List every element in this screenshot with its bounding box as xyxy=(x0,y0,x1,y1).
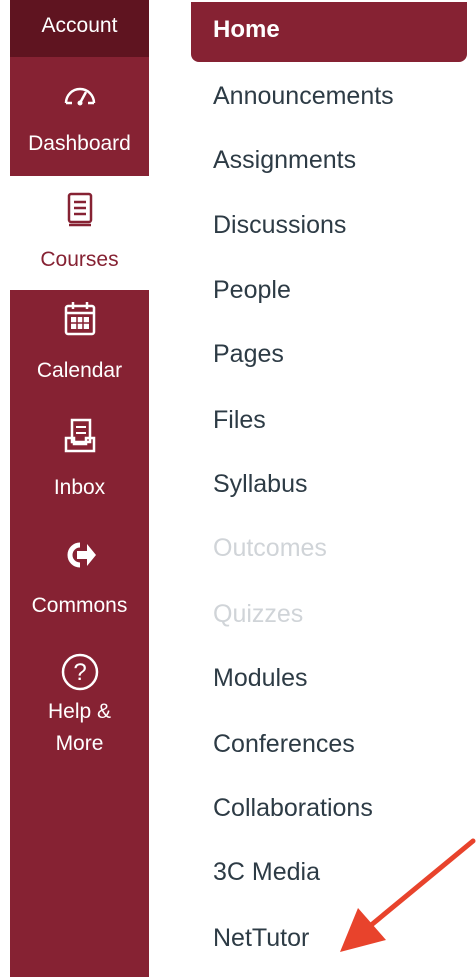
svg-text:?: ? xyxy=(73,659,86,686)
course-nav-conferences[interactable]: Conferences xyxy=(213,730,355,759)
global-nav-inbox[interactable]: Inbox xyxy=(10,418,149,504)
course-nav-people[interactable]: People xyxy=(213,276,291,305)
course-nav-pages[interactable]: Pages xyxy=(213,340,284,369)
course-nav-home[interactable]: Home xyxy=(191,2,467,62)
courses-label: Courses xyxy=(40,248,119,271)
course-nav-assignments[interactable]: Assignments xyxy=(213,146,356,175)
global-nav-courses[interactable]: Courses xyxy=(10,176,149,290)
book-icon xyxy=(67,192,92,227)
account-label: Account xyxy=(41,14,118,37)
help-label-line1: Help & xyxy=(47,700,112,723)
course-nav-discussions[interactable]: Discussions xyxy=(213,211,346,240)
course-nav-nettutor[interactable]: NetTutor xyxy=(213,924,309,953)
dashboard-label: Dashboard xyxy=(28,132,131,155)
commons-arrow-icon xyxy=(67,542,96,568)
calendar-icon xyxy=(64,302,95,336)
course-nav-quizzes: Quizzes xyxy=(213,600,304,628)
help-label-line2: More xyxy=(55,732,104,755)
inbox-label: Inbox xyxy=(53,476,106,499)
home-label: Home xyxy=(213,16,280,43)
global-nav: Account Dashboard Courses Calendar Inbox… xyxy=(10,0,149,977)
course-nav-modules[interactable]: Modules xyxy=(213,664,308,693)
course-nav-outcomes: Outcomes xyxy=(213,534,327,562)
course-nav-collaborations[interactable]: Collaborations xyxy=(213,794,373,823)
global-nav-account[interactable]: Account xyxy=(10,0,149,57)
calendar-label: Calendar xyxy=(36,359,123,382)
help-question-icon: ? xyxy=(61,653,98,691)
global-nav-dashboard[interactable]: Dashboard xyxy=(10,78,149,160)
course-nav-files[interactable]: Files xyxy=(213,406,266,435)
global-nav-help[interactable]: ? Help & More xyxy=(10,652,149,760)
course-nav-3c-media[interactable]: 3C Media xyxy=(213,858,320,887)
global-nav-calendar[interactable]: Calendar xyxy=(10,301,149,387)
dashboard-gauge-icon xyxy=(64,87,95,106)
inbox-icon xyxy=(64,418,95,453)
global-nav-commons[interactable]: Commons xyxy=(10,540,149,622)
annotation-arrow-icon xyxy=(340,838,476,952)
course-nav-announcements[interactable]: Announcements xyxy=(213,82,394,111)
course-nav-syllabus[interactable]: Syllabus xyxy=(213,470,308,499)
commons-label: Commons xyxy=(31,594,128,617)
